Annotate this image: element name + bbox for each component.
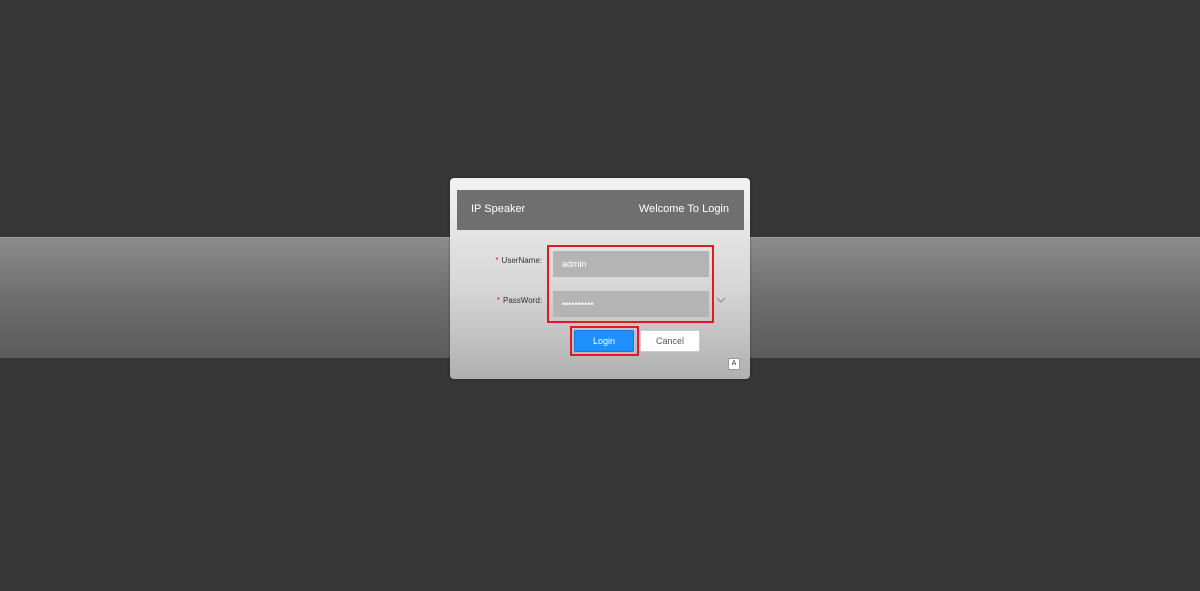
chevron-down-icon[interactable] bbox=[716, 297, 726, 303]
required-mark: * bbox=[495, 256, 499, 265]
welcome-text: Welcome To Login bbox=[638, 203, 729, 215]
dialog-header: IP Speaker Welcome To Login bbox=[457, 190, 744, 230]
language-icon[interactable]: A bbox=[728, 358, 740, 370]
cancel-button[interactable]: Cancel bbox=[640, 330, 700, 352]
username-label: * UserName: bbox=[450, 256, 542, 265]
login-page: IP Speaker Welcome To Login *UserName: *… bbox=[0, 0, 1200, 591]
login-highlight bbox=[570, 326, 639, 356]
credentials-highlight bbox=[547, 245, 714, 323]
username-label-text: UserName: bbox=[501, 256, 542, 265]
required-mark: * bbox=[496, 296, 501, 305]
password-label-text: PassWord: bbox=[503, 296, 542, 305]
app-title: IP Speaker bbox=[471, 203, 526, 215]
password-label: * PassWord: bbox=[450, 296, 542, 305]
login-dialog: IP Speaker Welcome To Login *UserName: *… bbox=[450, 178, 750, 379]
